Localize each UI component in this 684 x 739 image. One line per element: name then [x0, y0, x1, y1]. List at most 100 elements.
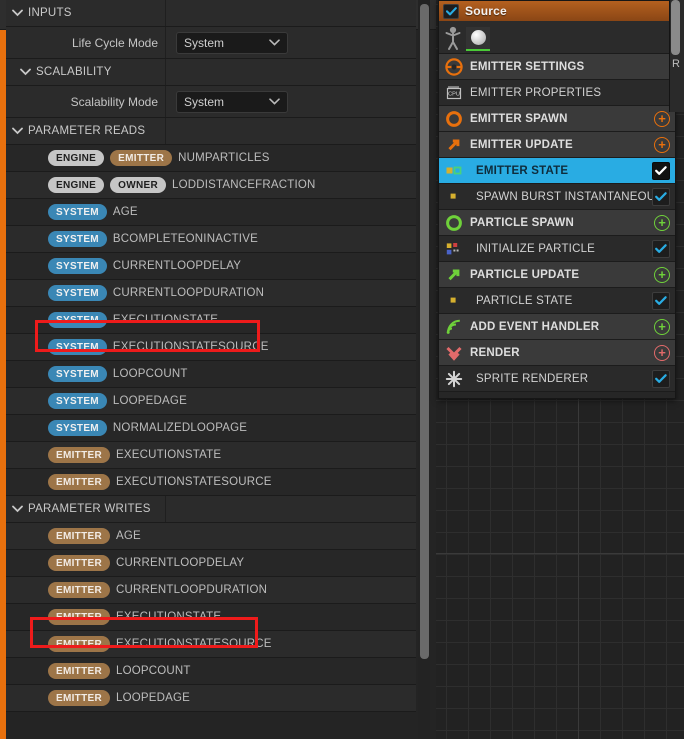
parameter-write-row-6[interactable]: EMITTER LOOPEDAGE — [6, 685, 416, 712]
module-enabled-checkbox[interactable] — [652, 239, 670, 258]
stack-row-particle-state[interactable]: PARTICLE STATE — [439, 288, 675, 314]
stack-row-render[interactable]: RENDER + — [439, 340, 675, 366]
details-rows-container: INPUTS Life Cycle Mode System SCALABILITY Sc… — [6, 0, 416, 739]
source-header[interactable]: Source — [439, 1, 675, 21]
update-arrow-icon — [444, 265, 464, 285]
parameter-write-row-5[interactable]: EMITTER LOOPCOUNT — [6, 658, 416, 685]
module-enabled-checkbox[interactable] — [652, 161, 670, 180]
collapse-chevron[interactable] — [6, 9, 28, 17]
parameter-cell: EMITTER AGE — [48, 528, 141, 544]
stack-row-emitter-update[interactable]: EMITTER UPDATE + — [439, 132, 675, 158]
parameter-name: LOOPEDAGE — [112, 395, 187, 407]
stack-row-control[interactable]: + — [654, 318, 670, 335]
parameter-read-row-7[interactable]: SYSTEM EXECUTIONSTATESOURCE — [6, 334, 416, 361]
collapse-chevron[interactable] — [6, 127, 28, 135]
add-module-button[interactable]: + — [654, 266, 670, 283]
stack-row-sprite-renderer[interactable]: SPRITE RENDERER — [439, 366, 675, 392]
parameter-read-row-5[interactable]: SYSTEM CURRENTLOOPDURATION — [6, 280, 416, 307]
stack-row-label: PARTICLE UPDATE — [470, 268, 580, 281]
add-module-button[interactable]: + — [654, 318, 670, 335]
stack-row-particle-update[interactable]: PARTICLE UPDATE + — [439, 262, 675, 288]
add-module-button[interactable]: + — [654, 344, 670, 361]
add-module-button[interactable]: + — [654, 136, 670, 153]
stack-row-initialize-particle[interactable]: INITIALIZE PARTICLE — [439, 236, 675, 262]
scope-pill-emitter: EMITTER — [48, 447, 110, 463]
parameter-write-row-2[interactable]: EMITTER CURRENTLOOPDURATION — [6, 577, 416, 604]
parameter-cell: EMITTER EXECUTIONSTATE — [48, 447, 221, 463]
parameter-cell: SYSTEM BCOMPLETEONINACTIVE — [48, 231, 258, 247]
stack-row-emitter-state[interactable]: EMITTER STATE — [439, 158, 675, 184]
stack-row-label: PARTICLE SPAWN — [470, 216, 574, 229]
emitter-owner-icon — [443, 25, 463, 51]
source-label: Source — [465, 4, 507, 18]
emitter-thumbnail-strip — [439, 21, 675, 54]
scope-pill-system: SYSTEM — [48, 366, 107, 382]
render-chevrons-icon — [444, 343, 464, 363]
stack-row-control[interactable]: + — [654, 110, 670, 127]
stack-row-emitter-spawn[interactable]: EMITTER SPAWN + — [439, 106, 675, 132]
stack-row-control[interactable] — [652, 161, 670, 180]
dropdown-scalability-mode[interactable]: System — [176, 90, 288, 113]
emitter-thumbnail-icon[interactable] — [466, 27, 490, 51]
source-enabled-checkbox[interactable] — [443, 3, 459, 19]
stack-row-spawn-burst-instantaneous[interactable]: SPAWN BURST INSTANTANEOUS — [439, 184, 675, 210]
module-enabled-checkbox[interactable] — [652, 187, 670, 206]
stack-row-control[interactable] — [652, 187, 670, 206]
add-module-button[interactable]: + — [654, 214, 670, 231]
parameter-read-row-10[interactable]: SYSTEM NORMALIZEDLOOPAGE — [6, 415, 416, 442]
parameter-write-row-3[interactable]: EMITTER EXECUTIONSTATE — [6, 604, 416, 631]
section-parameter-writes[interactable]: PARAMETER WRITES — [6, 496, 416, 523]
details-scrollbar-thumb[interactable] — [420, 4, 429, 659]
stack-row-label: INITIALIZE PARTICLE — [476, 242, 596, 255]
parameter-cell: SYSTEM CURRENTLOOPDELAY — [48, 258, 241, 274]
stack-row-control[interactable]: + — [654, 344, 670, 361]
section-label: INPUTS — [28, 7, 72, 19]
parameter-read-row-9[interactable]: SYSTEM LOOPEDAGE — [6, 388, 416, 415]
parameter-name: EXECUTIONSTATE — [116, 449, 222, 461]
parameter-read-row-0[interactable]: ENGINE EMITTER NUMPARTICLES — [6, 145, 416, 172]
collapse-chevron[interactable] — [14, 68, 36, 76]
scope-pill-emitter: EMITTER — [48, 528, 110, 544]
section-scalability[interactable]: SCALABILITY — [6, 59, 416, 86]
scope-pill-emitter: EMITTER — [48, 609, 110, 625]
stack-row-emitter-properties[interactable]: CPU EMITTER PROPERTIES — [439, 80, 675, 106]
collapse-chevron[interactable] — [6, 505, 28, 513]
module-enabled-checkbox[interactable] — [652, 369, 670, 388]
parameter-write-row-4[interactable]: EMITTER EXECUTIONSTATESOURCE — [6, 631, 416, 658]
parameter-read-row-1[interactable]: ENGINE OWNER LODDISTANCEFRACTION — [6, 172, 416, 199]
stack-row-control[interactable] — [652, 291, 670, 310]
dot-square-icon — [444, 187, 464, 207]
module-enabled-checkbox[interactable] — [652, 291, 670, 310]
stack-row-emitter-settings[interactable]: EMITTER SETTINGS — [439, 54, 675, 80]
stack-row-control[interactable]: + — [654, 214, 670, 231]
dropdown-value: System — [184, 35, 225, 50]
parameter-read-row-4[interactable]: SYSTEM CURRENTLOOPDELAY — [6, 253, 416, 280]
parameter-read-row-2[interactable]: SYSTEM AGE — [6, 199, 416, 226]
parameter-read-row-3[interactable]: SYSTEM BCOMPLETEONINACTIVE — [6, 226, 416, 253]
section-parameter-reads[interactable]: PARAMETER READS — [6, 118, 416, 145]
parameter-read-row-8[interactable]: SYSTEM LOOPCOUNT — [6, 361, 416, 388]
stack-row-control[interactable]: + — [654, 136, 670, 153]
stack-rows-container: EMITTER SETTINGS CPU EMITTER PROPERTIES EMI… — [439, 54, 675, 392]
scope-pill-system: SYSTEM — [48, 285, 107, 301]
parameter-write-row-1[interactable]: EMITTER CURRENTLOOPDELAY — [6, 550, 416, 577]
stack-row-control[interactable] — [652, 369, 670, 388]
parameter-read-row-12[interactable]: EMITTER EXECUTIONSTATESOURCE — [6, 469, 416, 496]
stack-row-particle-spawn[interactable]: PARTICLE SPAWN + — [439, 210, 675, 236]
parameter-read-row-11[interactable]: EMITTER EXECUTIONSTATE — [6, 442, 416, 469]
stack-row-control[interactable]: + — [654, 266, 670, 283]
stack-row-add-event-handler[interactable]: ADD EVENT HANDLER + — [439, 314, 675, 340]
stack-row-control[interactable] — [652, 239, 670, 258]
parameter-name: EXECUTIONSTATESOURCE — [116, 638, 272, 650]
parameter-write-row-0[interactable]: EMITTER AGE — [6, 523, 416, 550]
dropdown-life-cycle-mode[interactable]: System — [176, 31, 288, 54]
details-scrollbar[interactable] — [418, 0, 430, 739]
parameter-name: AGE — [116, 530, 141, 542]
add-module-button[interactable]: + — [654, 110, 670, 127]
dropdown-value: System — [184, 94, 225, 109]
adjacent-panel-scrollbar-thumb[interactable] — [671, 0, 680, 55]
section-inputs[interactable]: INPUTS — [6, 0, 416, 27]
parameter-read-row-6[interactable]: SYSTEM EXECUTIONSTATE — [6, 307, 416, 334]
parameter-cell: SYSTEM AGE — [48, 204, 138, 220]
chevron-down-icon — [269, 38, 280, 48]
